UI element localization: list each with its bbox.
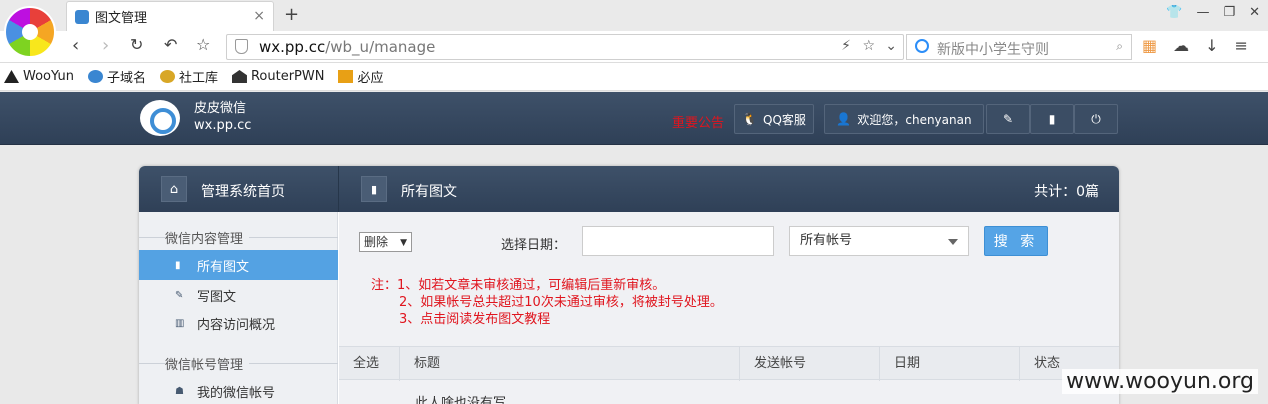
close-tab-icon[interactable]: × <box>253 8 265 24</box>
empty-message: 此人啥也没有写 <box>415 396 507 404</box>
notice-link[interactable]: 重要公告 <box>672 112 724 131</box>
user-icon: 👤 <box>836 112 852 126</box>
select-all-header[interactable]: 全选 <box>339 347 399 381</box>
action-select[interactable]: 删除 <box>359 232 412 252</box>
site-header: 皮皮微信 wx.pp.cc 重要公告 🐧 QQ客服 👤 欢迎您，chenyanan … <box>0 92 1268 145</box>
menu-icon[interactable]: ≡ <box>1235 36 1248 55</box>
sidebar-item-my-accounts[interactable]: ☗ 我的微信帐号 <box>139 376 338 404</box>
search-engine-icon <box>915 39 929 53</box>
undo-close-icon[interactable]: ↶ <box>164 35 177 54</box>
total-count: 共计：0篇 <box>1034 184 1099 200</box>
header-divider <box>338 166 339 212</box>
sidebar-group-content: 微信内容管理 <box>139 224 338 248</box>
sidebar-item-visit-overview[interactable]: ▥ 内容访问概况 <box>139 308 338 338</box>
site-domain: wx.pp.cc <box>194 118 252 133</box>
bookmark-item[interactable]: WooYun <box>4 69 74 84</box>
sidebar: 微信内容管理 ▮ 所有图文 ✎ 写图文 ▥ 内容访问概况 微信帐号管理 ☗ 我的微信帐号 <box>139 212 338 404</box>
search-icon[interactable]: ⌕ <box>1116 39 1123 54</box>
panel-header: ⌂ 管理系统首页 ▮ 所有图文 共计：0篇 <box>139 166 1119 212</box>
browser-logo-icon[interactable] <box>4 6 56 58</box>
bookmark-item[interactable]: 社工库 <box>159 67 218 86</box>
dropdown-chevron-icon[interactable]: ⌄ <box>885 38 897 54</box>
wooyun-icon <box>4 70 19 83</box>
key-icon <box>159 70 175 83</box>
note-line: 注：1、如若文章未审核通过，可编辑后重新审核。 <box>371 278 666 293</box>
tab-title: 图文管理 <box>95 11 148 26</box>
bing-icon <box>338 70 354 83</box>
users-icon: ☗ <box>175 385 184 397</box>
new-tab-button[interactable]: + <box>284 4 299 25</box>
date-label: 选择日期： <box>501 238 567 253</box>
home-title[interactable]: 管理系统首页 <box>201 181 285 201</box>
bookmarks-bar: WooYun 子域名 社工库 RouterPWN 必应 <box>0 63 1268 91</box>
browser-tab-bar: 图文管理 × + 👕 — ❐ ✕ <box>0 0 1268 31</box>
account-select[interactable]: 所有帐号 <box>789 226 969 256</box>
search-button[interactable]: 搜 索 <box>984 226 1048 256</box>
page-title: 所有图文 <box>401 184 457 200</box>
pencil-icon: ✎ <box>175 289 184 301</box>
table-header: 全选 标题 发送帐号 日期 状态 <box>339 346 1119 381</box>
qq-service-button[interactable]: 🐧 QQ客服 <box>734 104 814 134</box>
sidebar-item-write-article[interactable]: ✎ 写图文 <box>139 280 338 310</box>
penguin-icon: 🐧 <box>742 112 758 126</box>
skin-icon[interactable]: 👕 <box>1166 5 1182 20</box>
sidebar-group-account: 微信帐号管理 <box>139 350 338 374</box>
forward-icon[interactable]: › <box>102 35 109 56</box>
close-window-icon[interactable]: ✕ <box>1249 5 1260 20</box>
site-favicon-icon <box>75 9 89 24</box>
url-text[interactable]: wx.pp.cc/wb_u/manage <box>259 38 435 56</box>
book-icon: ▮ <box>175 259 181 271</box>
sidebar-item-all-articles[interactable]: ▮ 所有图文 <box>139 250 338 280</box>
main-content: 删除 选择日期： 所有帐号 搜 索 注：1、如若文章未审核通过，可编辑后重新审核… <box>339 212 1119 404</box>
security-shield-icon <box>235 39 248 54</box>
house-icon <box>231 70 247 83</box>
bookmark-item[interactable]: RouterPWN <box>231 69 324 84</box>
back-icon[interactable]: ‹ <box>72 35 79 56</box>
lightning-icon[interactable]: ⚡ <box>841 38 851 54</box>
edit-icon[interactable]: ✎ <box>986 104 1030 134</box>
note-line: 2、如果帐号总共超过10次未通过审核，将被封号处理。 <box>399 295 723 310</box>
content-panel: ⌂ 管理系统首页 ▮ 所有图文 共计：0篇 微信内容管理 ▮ 所有图文 ✎ 写图文 … <box>139 166 1119 404</box>
title-header: 标题 <box>399 347 739 381</box>
browser-tab[interactable]: 图文管理 × <box>66 1 274 31</box>
download-icon[interactable]: ↓ <box>1205 36 1218 55</box>
book-icon[interactable]: ▮ <box>1030 104 1074 134</box>
globe-icon <box>87 70 103 83</box>
browser-toolbar: ▦ ☁ ↓ ≡ <box>1142 36 1248 55</box>
window-controls: 👕 — ❐ ✕ <box>1166 5 1260 20</box>
reload-icon[interactable]: ↻ <box>130 35 143 54</box>
user-welcome-button[interactable]: 👤 欢迎您，chenyanan <box>824 104 984 134</box>
browser-nav-bar: ‹ › ↻ ↶ ☆ wx.pp.cc/wb_u/manage ⚡ ☆ ⌄ 新版中… <box>0 31 1268 63</box>
home-icon[interactable]: ⌂ <box>161 176 187 202</box>
minimize-icon[interactable]: — <box>1196 5 1209 20</box>
notes: 注：1、如若文章未审核通过，可编辑后重新审核。 2、如果帐号总共超过10次未通过… <box>371 277 723 328</box>
bar-chart-icon: ▥ <box>175 317 185 329</box>
site-brand[interactable]: 皮皮微信 wx.pp.cc <box>194 100 251 134</box>
date-header: 日期 <box>879 347 1019 381</box>
site-logo-icon[interactable] <box>140 100 180 136</box>
book-icon: ▮ <box>361 176 387 202</box>
watermark: www.wooyun.org <box>1062 369 1258 394</box>
apps-grid-icon[interactable]: ▦ <box>1142 36 1157 55</box>
bookmark-item[interactable]: 子域名 <box>87 67 146 86</box>
date-input[interactable] <box>582 226 774 256</box>
bookmark-item[interactable]: 必应 <box>338 67 383 86</box>
search-placeholder: 新版中小学生守则 <box>937 42 1049 58</box>
search-box[interactable]: 新版中小学生守则 ⌕ <box>906 34 1132 60</box>
restore-icon[interactable]: ❐ <box>1223 5 1235 20</box>
site-name: 皮皮微信 <box>194 101 247 116</box>
power-icon[interactable]: ⏻ <box>1074 104 1118 134</box>
address-bar[interactable]: wx.pp.cc/wb_u/manage ⚡ ☆ ⌄ <box>226 34 904 60</box>
cloud-icon[interactable]: ☁ <box>1173 36 1189 55</box>
tutorial-link[interactable]: 3、点击阅读发布图文教程 <box>371 311 723 328</box>
bookmark-star-icon[interactable]: ☆ <box>196 35 210 54</box>
favorite-star-icon[interactable]: ☆ <box>862 38 875 54</box>
account-header: 发送帐号 <box>739 347 879 381</box>
